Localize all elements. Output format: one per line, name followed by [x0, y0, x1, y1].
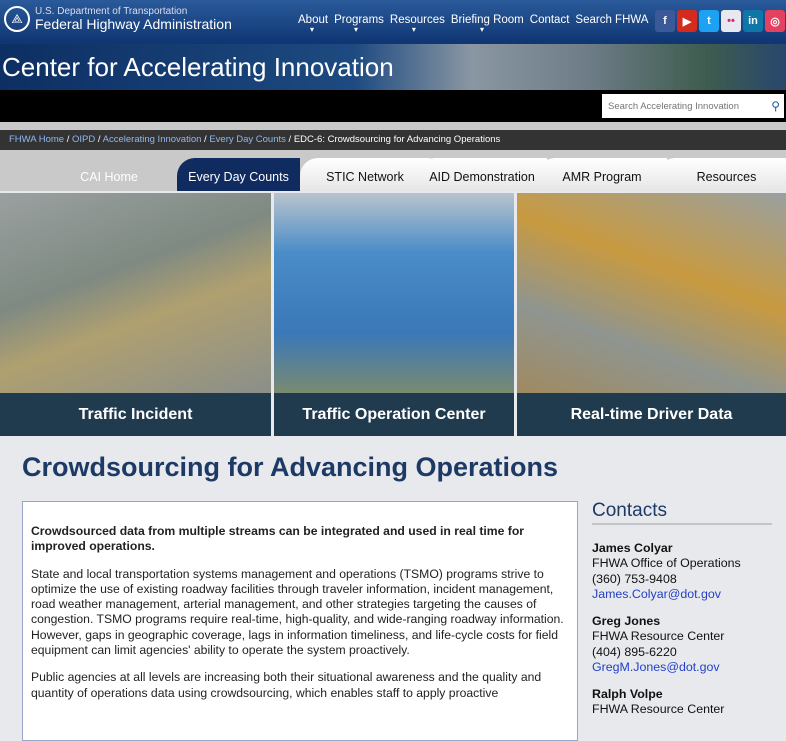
contact-email-link[interactable]: GregM.Jones@dot.gov — [592, 660, 720, 674]
tab-amr-program[interactable]: AMR Program — [537, 158, 667, 191]
contact-name: Ralph Volpe — [592, 686, 663, 701]
search-input[interactable] — [608, 100, 758, 112]
contact-card: Ralph Volpe FHWA Resource Center — [592, 687, 772, 718]
panel-caption: Real-time Driver Data — [517, 393, 786, 436]
paragraph: State and local transportation systems m… — [31, 566, 564, 658]
contacts-sidebar: Contacts James Colyar FHWA Office of Ope… — [592, 501, 772, 729]
panel-traffic-operation-center[interactable]: Traffic Operation Center — [274, 193, 514, 436]
nav-contact[interactable]: Contact — [530, 14, 570, 26]
tab-cai-home[interactable]: CAI Home — [0, 158, 190, 191]
panel-real-time-driver-data[interactable]: Real-time Driver Data — [517, 193, 786, 436]
page-title: Crowdsourcing for Advancing Operations — [22, 452, 559, 482]
agency-name: Federal Highway Administration — [35, 16, 232, 32]
contact-phone: (404) 895-6220 — [592, 644, 677, 659]
social-links: f ▶ t •• in ◎ — [655, 10, 785, 32]
linkedin-icon[interactable]: in — [743, 10, 763, 32]
contact-name: James Colyar — [592, 540, 673, 555]
driver-data-illustration — [517, 193, 786, 393]
breadcrumb-current: EDC-6: Crowdsourcing for Advancing Opera… — [293, 134, 501, 145]
panel-caption: Traffic Incident — [0, 393, 271, 436]
contact-name: Greg Jones — [592, 613, 661, 628]
contact-email-link[interactable]: James.Colyar@dot.gov — [592, 587, 721, 601]
twitter-icon[interactable]: t — [699, 10, 719, 32]
breadcrumb-fhwa-home[interactable]: FHWA Home — [9, 134, 64, 145]
youtube-icon[interactable]: ▶ — [677, 10, 697, 32]
flickr-icon[interactable]: •• — [721, 10, 741, 32]
breadcrumb-every-day-counts[interactable]: Every Day Counts — [209, 134, 286, 145]
breadcrumb-accelerating-innovation[interactable]: Accelerating Innovation — [103, 134, 202, 145]
operation-center-illustration — [274, 193, 514, 393]
top-nav: About Programs Resources Briefing Room C… — [298, 14, 648, 34]
contact-phone: (360) 753-9408 — [592, 571, 677, 586]
contacts-heading: Contacts — [592, 501, 772, 525]
panel-traffic-incident[interactable]: Traffic Incident — [0, 193, 271, 436]
instagram-icon[interactable]: ◎ — [765, 10, 785, 32]
nav-search-fhwa[interactable]: Search FHWA — [575, 14, 648, 26]
contact-org: FHWA Resource Center — [592, 702, 725, 716]
tab-aid-demonstration[interactable]: AID Demonstration — [417, 158, 547, 191]
contact-org: FHWA Resource Center — [592, 629, 725, 643]
breadcrumb: FHWA Home / OIPD / Accelerating Innovati… — [0, 130, 786, 150]
contact-card: Greg Jones FHWA Resource Center (404) 89… — [592, 614, 772, 676]
contact-card: James Colyar FHWA Office of Operations (… — [592, 541, 772, 603]
divider — [0, 122, 786, 130]
paragraph: Public agencies at all levels are increa… — [31, 670, 542, 700]
panel-caption: Traffic Operation Center — [274, 393, 514, 436]
contact-org: FHWA Office of Operations — [592, 556, 741, 570]
search-icon[interactable]: ⚲ — [771, 99, 780, 113]
main-content: Crowdsourced data from multiple streams … — [22, 501, 578, 741]
breadcrumb-oipd[interactable]: OIPD — [72, 134, 95, 145]
nav-about[interactable]: About — [298, 14, 328, 34]
banner: Center for Accelerating Innovation — [0, 44, 786, 90]
site-header: ⟁ U.S. Department of Transportation Feder… — [0, 0, 786, 44]
search-box: ⚲ — [602, 94, 784, 118]
nav-resources[interactable]: Resources — [390, 14, 445, 34]
lead-text: Crowdsourced data from multiple streams … — [31, 524, 525, 554]
tab-resources[interactable]: Resources — [657, 158, 786, 191]
nav-programs[interactable]: Programs — [334, 14, 384, 34]
facebook-icon[interactable]: f — [655, 10, 675, 32]
traffic-incident-illustration — [0, 193, 271, 393]
nav-briefing-room[interactable]: Briefing Room — [451, 14, 524, 34]
tab-stic-network[interactable]: STIC Network — [300, 158, 430, 191]
site-title[interactable]: Center for Accelerating Innovation — [2, 52, 394, 83]
fhwa-logo[interactable]: ⟁ U.S. Department of Transportation Feder… — [4, 6, 232, 32]
dot-seal-icon: ⟁ — [4, 6, 30, 32]
tab-every-day-counts[interactable]: Every Day Counts — [177, 158, 300, 191]
section-tabs: CAI Home STIC Network AID Demonstration … — [0, 150, 786, 191]
